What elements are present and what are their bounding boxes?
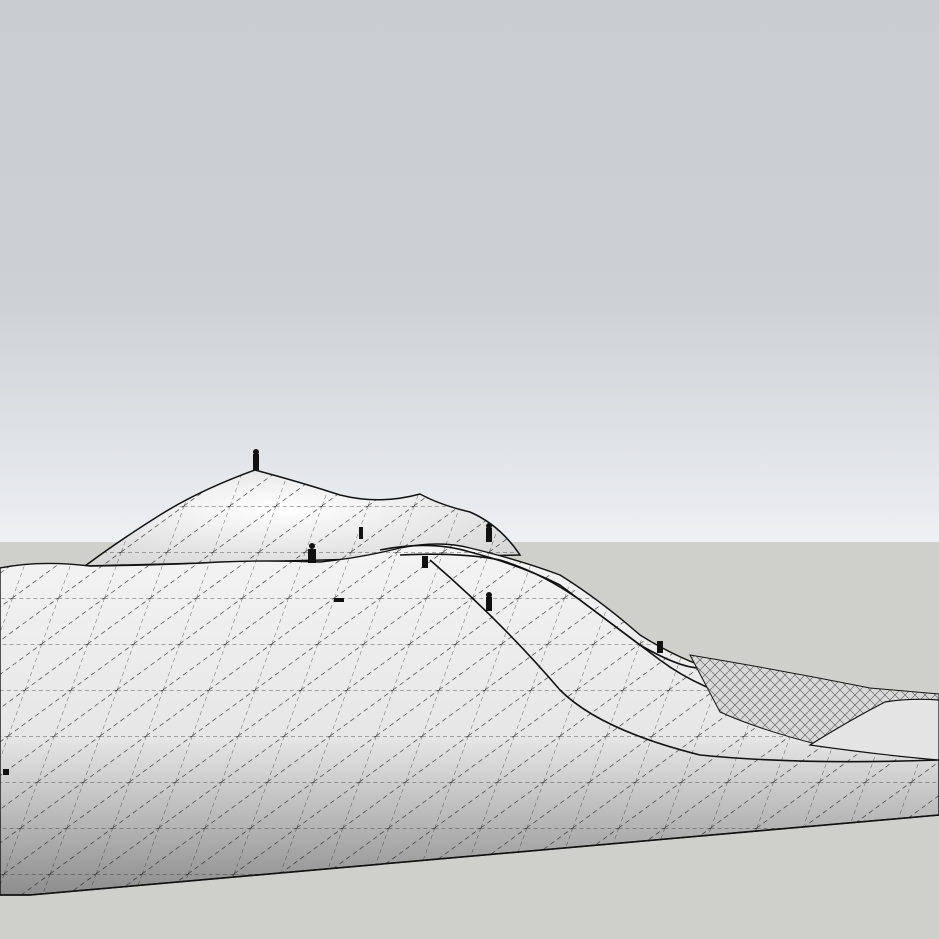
person-figure-5[interactable]: [422, 556, 428, 568]
person-figure-3[interactable]: [359, 527, 363, 539]
person-figure-4[interactable]: [486, 523, 492, 542]
3d-viewport[interactable]: [0, 0, 939, 939]
person-figure-2[interactable]: [308, 543, 316, 563]
person-figure-6[interactable]: [486, 592, 492, 611]
person-figure-1[interactable]: [253, 449, 259, 470]
small-object[interactable]: [334, 598, 344, 602]
terrain-model[interactable]: [0, 0, 939, 939]
small-object-left[interactable]: [3, 769, 9, 775]
person-figure-7[interactable]: [657, 641, 663, 653]
